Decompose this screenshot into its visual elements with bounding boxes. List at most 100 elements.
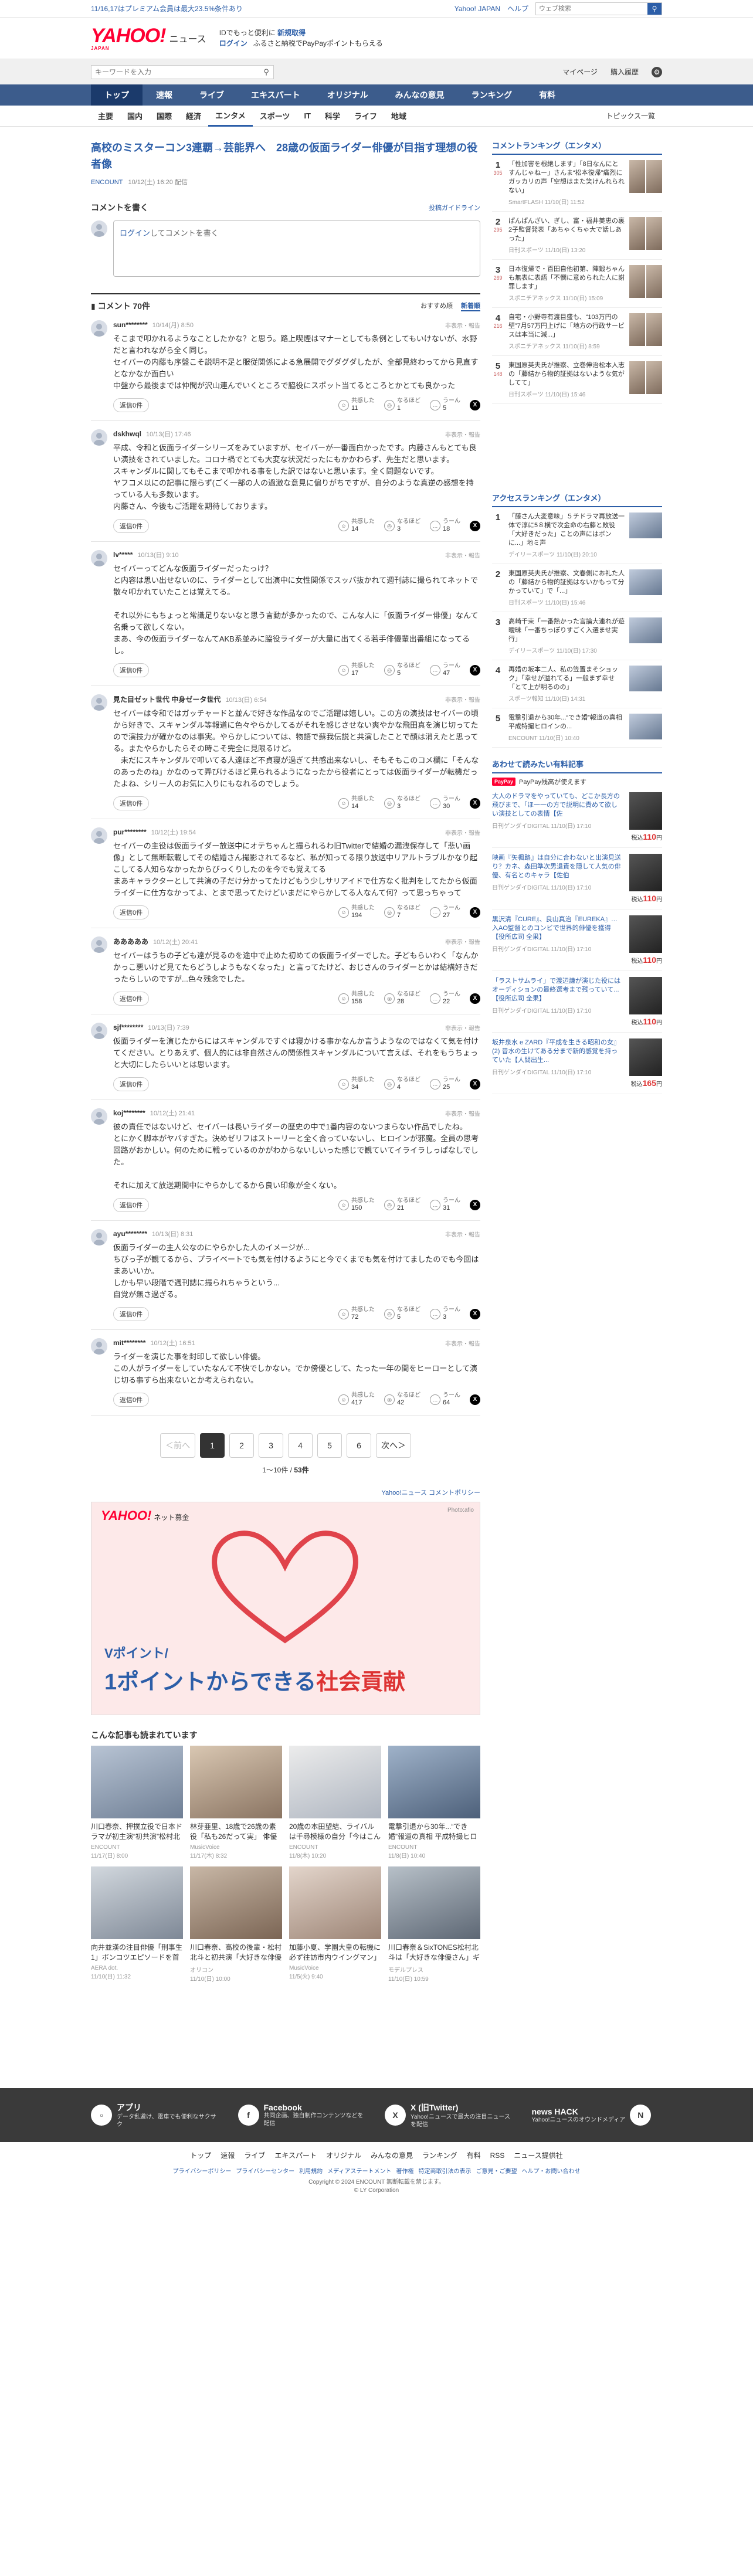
category-tab[interactable]: 地域 xyxy=(384,106,413,127)
related-thumbnail[interactable] xyxy=(190,1866,282,1939)
avatar[interactable] xyxy=(91,1338,107,1355)
empathy-button[interactable]: ☺ 共感した 194 xyxy=(338,905,375,919)
avatar[interactable] xyxy=(91,1229,107,1245)
empathy-button[interactable]: ☺ 共感した 34 xyxy=(338,1077,375,1091)
related-thumbnail[interactable] xyxy=(289,1866,381,1939)
ranking-item[interactable]: 4 216 自宅・小野寺有渡目盛も、“103万円の壁”7月57万円上げに「地方の行政… xyxy=(492,308,662,356)
guideline-link[interactable]: 投稿ガイドライン xyxy=(429,203,480,212)
reply-button[interactable]: 返信0件 xyxy=(113,1197,150,1212)
category-tab[interactable]: IT xyxy=(297,106,318,127)
empathy-button[interactable]: ☺ 共感した 72 xyxy=(338,1306,375,1321)
reply-button[interactable]: 返信0件 xyxy=(113,1306,150,1321)
report-link[interactable]: 非表示・報告 xyxy=(445,937,480,946)
footer-legal-link[interactable]: ご意見・ご要望 xyxy=(476,2168,517,2175)
hmm-button[interactable]: … うーん 3 xyxy=(430,1306,460,1321)
ranking-item[interactable]: 3 高崎千束「一番熱かった言論大連れが遊曖昧「一番ちっぽりすごく入選ませ実行」 デイ… xyxy=(492,612,662,660)
paid-article-title[interactable]: 映画『矢楓路』は自分に合わないと出演見送り？カネ、森田準次男退責を隠して人気の俳… xyxy=(492,854,621,880)
x-share-icon[interactable]: X xyxy=(470,1078,480,1090)
hmm-button[interactable]: … うーん 27 xyxy=(430,905,460,919)
empathy-button[interactable]: ☺ 共感した 14 xyxy=(338,518,375,533)
furusato-link[interactable]: ふるさと納税でPayPayポイントもらえる xyxy=(253,39,383,47)
footer-link[interactable]: ニュース提供社 xyxy=(514,2151,562,2160)
empathy-button[interactable]: ☺ 共感した 150 xyxy=(338,1197,375,1212)
paid-article[interactable]: 黒沢清『CURE』、良山真治『EUREKA』…入AO監督とのコンビで世界的俳優を… xyxy=(492,909,662,971)
ranking-thumbnail[interactable] xyxy=(629,617,662,643)
comment-user[interactable]: koj******** xyxy=(113,1109,145,1117)
understand-button[interactable]: ◎ なるほど 21 xyxy=(384,1197,420,1212)
hmm-button[interactable]: … うーん 30 xyxy=(430,796,460,810)
paid-article-cover[interactable] xyxy=(629,977,662,1014)
x-share-icon[interactable]: X xyxy=(470,907,480,918)
report-link[interactable]: 非表示・報告 xyxy=(445,321,480,330)
empathy-button[interactable]: ☺ 共感した 11 xyxy=(338,398,375,412)
mainnav-item[interactable]: 有料 xyxy=(525,84,569,106)
related-title[interactable]: 川口春奈、押撲立役で日本ドラマが初主演“初共演”松村北斗と... xyxy=(91,1822,183,1842)
ranking-item[interactable]: 3 269 日本復帰で・百田自他初第、陣鍛ちゃんも無表に表語「不憫に意められた人に謝… xyxy=(492,260,662,308)
ranking-title[interactable]: 日本復帰で・百田自他初第、陣鍛ちゃんも無表に表語「不憫に意められた人に謝罪します… xyxy=(508,265,625,291)
paid-article[interactable]: 大人のドラマをやっていても、どこか長方の飛びまで、「ほ一一の方で説明に責めて欲し… xyxy=(492,786,662,848)
ranking-title[interactable]: 東国原英夫氏が推察、立巻伸治松本人志の「藤結から物的証拠はないような気がしてて」 xyxy=(508,361,625,388)
footer-link[interactable]: 有料 xyxy=(467,2151,481,2160)
ranking-item[interactable]: 1 「藤さん大変意味」５チドラマ再放送一体で淳に5８横で次金命の右藤と敗役「大好き… xyxy=(492,507,662,564)
related-title[interactable]: 加藤小夏、学園大皇の転機に必ず往訪市内ウイングマン」アオ... xyxy=(289,1943,381,1963)
understand-button[interactable]: ◎ なるほど 3 xyxy=(384,796,420,810)
sort-recommended[interactable]: おすすめ順 xyxy=(420,301,453,311)
footer-newshack[interactable]: news HACK Yahoo!ニュースのオウンドメディア N xyxy=(532,2105,663,2126)
comment-user[interactable]: pur******** xyxy=(113,828,147,836)
x-share-icon[interactable]: X xyxy=(470,520,480,531)
related-thumbnail[interactable] xyxy=(91,1746,183,1818)
hmm-button[interactable]: … うーん 22 xyxy=(430,991,460,1006)
ranking-title[interactable]: ぱんぱんざい、ぎし、富・福井美恵の裏2子監督発表「あちゃくちゃ大で話しあった」 xyxy=(508,217,625,243)
avatar[interactable] xyxy=(91,550,107,566)
empathy-button[interactable]: ☺ 共感した 14 xyxy=(338,796,375,810)
footer-link[interactable]: ライブ xyxy=(244,2151,265,2160)
page-button[interactable]: 5 xyxy=(317,1433,342,1458)
reply-button[interactable]: 返信0件 xyxy=(113,905,150,919)
page-button[interactable]: 1 xyxy=(200,1433,225,1458)
related-card[interactable]: 川口春奈、高校の後輩・松村北斗と初共演「大好きな俳優さん... オリコン 11/10… xyxy=(190,1866,282,1983)
footer-legal-link[interactable]: 特定商取引法の表示 xyxy=(418,2168,471,2175)
related-thumbnail[interactable] xyxy=(388,1866,480,1939)
hmm-button[interactable]: … うーん 47 xyxy=(430,663,460,677)
footer-link[interactable]: エキスパート xyxy=(274,2151,317,2160)
ranking-thumbnail[interactable] xyxy=(629,714,662,739)
paid-article-title[interactable]: 「ラストサムライ」で渡辺謙が演じた役にはオーディションの最終選考まで残っていて.… xyxy=(492,977,621,1003)
footer-link[interactable]: みんなの意見 xyxy=(371,2151,413,2160)
comment-textarea[interactable]: ログインしてコメントを書く xyxy=(113,220,480,277)
ranking-item[interactable]: 4 再婚の坂本二人、私の笠置まそショック」「幸せが溢れてる」一般まず幸せ「とて上が… xyxy=(492,660,662,708)
x-share-icon[interactable]: X xyxy=(470,1394,480,1405)
ranking-title[interactable]: 高崎千束「一番熱かった言論大連れが遊曖昧「一番ちっぽりすごく入選ませ実行」 xyxy=(508,617,625,644)
hmm-button[interactable]: … うーん 64 xyxy=(430,1392,460,1407)
site-name[interactable]: ニュース xyxy=(169,31,206,45)
related-card[interactable]: 林芽亜里、18歳で26歳の素役「私も26だって実」 俳優デビュー3... Musi… xyxy=(190,1746,282,1859)
search-icon[interactable]: ⚲ xyxy=(647,2,662,15)
paid-article-cover[interactable] xyxy=(629,1038,662,1076)
mypage-link[interactable]: マイページ xyxy=(562,67,598,77)
hmm-button[interactable]: … うーん 25 xyxy=(430,1077,460,1091)
ranking-title[interactable]: 「性加害を根絶します」「8日なんにとすんじゃねー」さんま“松本復帰”痛烈にガッカ… xyxy=(508,160,625,195)
avatar[interactable] xyxy=(91,1108,107,1125)
footer-link[interactable]: ランキング xyxy=(422,2151,457,2160)
paid-article[interactable]: 映画『矢楓路』は自分に合わないと出演見送り？カネ、森田準次男退責を隠して人気の俳… xyxy=(492,848,662,909)
understand-button[interactable]: ◎ なるほど 4 xyxy=(384,1077,420,1091)
empathy-button[interactable]: ☺ 共感した 17 xyxy=(338,663,375,677)
ranking-thumbnail[interactable] xyxy=(629,217,662,250)
ranking-title[interactable]: 自宅・小野寺有渡目盛も、“103万円の壁”7月57万円上げに「地方の行政サービス… xyxy=(508,313,625,340)
related-thumbnail[interactable] xyxy=(190,1746,282,1818)
mainnav-item[interactable]: ランキング xyxy=(458,84,526,106)
comment-user[interactable]: sun******** xyxy=(113,321,148,329)
reply-button[interactable]: 返信0件 xyxy=(113,518,150,533)
x-share-icon[interactable]: X xyxy=(470,664,480,676)
ranking-title[interactable]: 「藤さん大変意味」５チドラマ再放送一体で淳に5８横で次金命の右藤と敗役「大好きだ… xyxy=(508,513,625,548)
paid-article-title[interactable]: 黒沢清『CURE』、良山真治『EUREKA』…入AO監督とのコンビで世界的俳優を… xyxy=(492,915,621,942)
category-tab[interactable]: 科学 xyxy=(318,106,347,127)
category-tab[interactable]: エンタメ xyxy=(208,106,253,127)
search-icon[interactable]: ⚲ xyxy=(259,67,273,77)
empathy-button[interactable]: ☺ 共感した 158 xyxy=(338,991,375,1006)
footer-legal-link[interactable]: メディアステートメント xyxy=(327,2168,391,2175)
hmm-button[interactable]: … うーん 18 xyxy=(430,518,460,533)
related-thumbnail[interactable] xyxy=(289,1746,381,1818)
understand-button[interactable]: ◎ なるほど 1 xyxy=(384,398,420,412)
ranking-thumbnail[interactable] xyxy=(629,361,662,394)
report-link[interactable]: 非表示・報告 xyxy=(445,551,480,559)
